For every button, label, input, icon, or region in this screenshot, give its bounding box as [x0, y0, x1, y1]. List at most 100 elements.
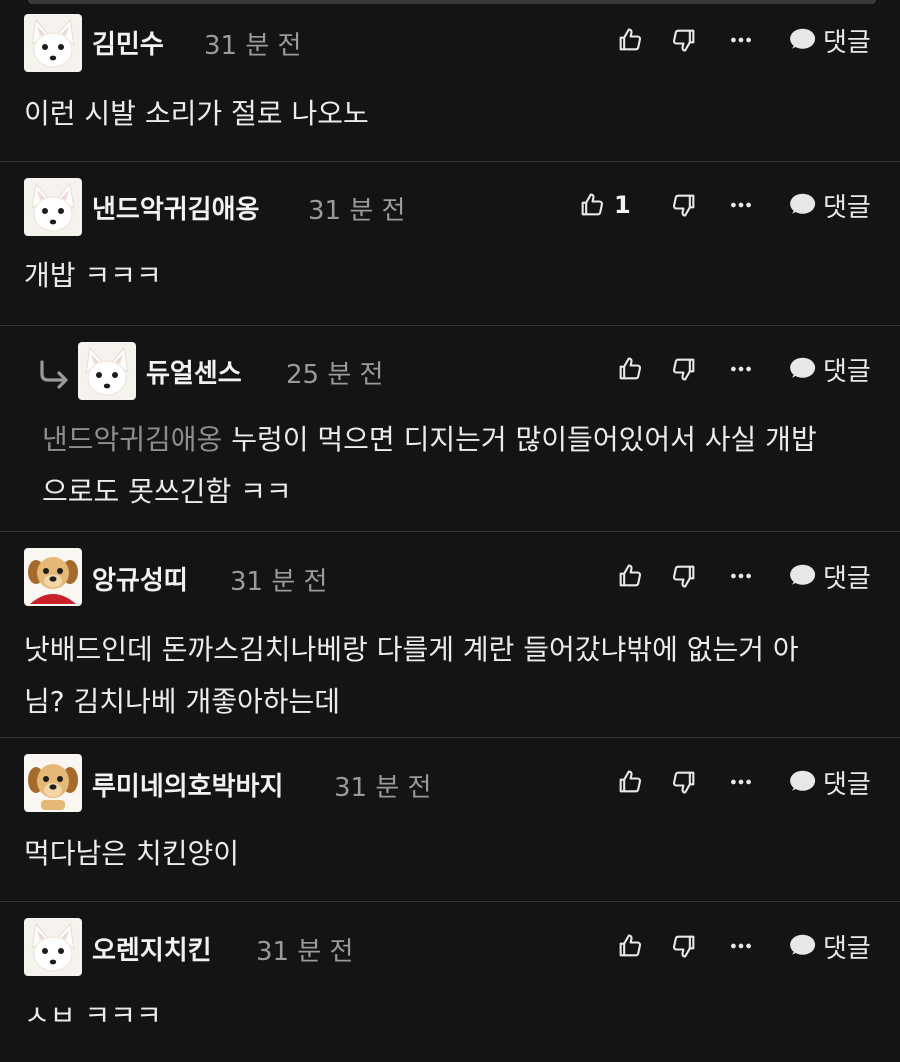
puppy-avatar[interactable]	[24, 754, 82, 812]
comment-text-line: 낫배드인데 돈까스김치나베랑 다를게 계란 들어갔냐밖에 없는거 아	[24, 633, 799, 666]
more-options-button[interactable]	[728, 185, 754, 225]
white-fox-avatar[interactable]	[24, 178, 82, 236]
comment-author[interactable]: 루미네의호박바지	[92, 766, 283, 803]
more-options-button[interactable]	[728, 20, 754, 60]
mention-username[interactable]: 낸드악귀김애옹	[42, 423, 222, 456]
dislike-button[interactable]	[670, 349, 698, 389]
reply-button[interactable]: 댓글	[787, 349, 871, 389]
reply-button[interactable]: 댓글	[787, 185, 871, 225]
thumbs-down-icon	[670, 932, 698, 960]
comment-text-line: 님? 김치나베 개좋아하는데	[24, 685, 341, 718]
dislike-button[interactable]	[670, 185, 698, 225]
comment-text: 이런 시발 소리가 절로 나오노	[24, 97, 369, 130]
comment-author[interactable]: 김민수	[92, 24, 164, 61]
speech-bubble-icon	[787, 190, 817, 220]
dislike-button[interactable]	[670, 20, 698, 60]
comment-header: 루미네의호박바지 31 분 전 댓글	[0, 738, 900, 818]
reply-button[interactable]: 댓글	[787, 762, 871, 802]
white-fox-avatar[interactable]	[24, 14, 82, 72]
thumbs-up-icon	[616, 562, 644, 590]
reply-label: 댓글	[823, 933, 871, 964]
comment-header: 듀얼센스 25 분 전 댓글	[0, 326, 900, 406]
comment-actions: 댓글	[580, 926, 900, 1006]
comment-text-line: 누렁이 먹으면 디지는거 많이들어있어서 사실 개밥	[231, 423, 817, 456]
more-options-button[interactable]	[728, 926, 754, 966]
comment-text-line: 으로도 못쓰긴함 ㅋㅋ	[42, 475, 292, 508]
more-options-button[interactable]	[728, 556, 754, 596]
reply-label: 댓글	[823, 769, 871, 800]
thumbs-down-icon	[670, 768, 698, 796]
reply-label: 댓글	[823, 192, 871, 223]
thumbs-up-icon	[616, 355, 644, 383]
more-dots-icon	[728, 563, 754, 589]
like-button[interactable]	[616, 20, 644, 60]
thumbs-up-icon	[616, 26, 644, 54]
comment-header: 김민수 31 분 전 댓글	[0, 0, 900, 80]
comment-author[interactable]: 낸드악귀김애옹	[92, 189, 259, 226]
dislike-button[interactable]	[670, 926, 698, 966]
more-dots-icon	[728, 192, 754, 218]
like-button[interactable]	[616, 926, 644, 966]
comment-time: 25 분 전	[286, 360, 384, 390]
reply-label: 댓글	[823, 27, 871, 58]
thumbs-down-icon	[670, 355, 698, 383]
comment-item: 루미네의호박바지 31 분 전 댓글 먹다남은 치킨양이	[0, 738, 900, 902]
reply-button[interactable]: 댓글	[787, 20, 871, 60]
more-dots-icon	[728, 356, 754, 382]
comment-line: 낸드악귀김애옹 누렁이 먹으면 디지는거 많이들어있어서 사실 개밥	[42, 414, 817, 466]
reply-comment-item: 듀얼센스 25 분 전 댓글 낸드악귀김애옹 누렁이 먹으면 디지는거 많이들어…	[0, 326, 900, 532]
like-button[interactable]: 1	[578, 185, 631, 225]
comment-header: 낸드악귀김애옹 31 분 전 1 댓글	[0, 162, 900, 242]
speech-bubble-icon	[787, 25, 817, 55]
white-fox-avatar[interactable]	[78, 342, 136, 400]
speech-bubble-icon	[787, 767, 817, 797]
more-dots-icon	[728, 769, 754, 795]
speech-bubble-icon	[787, 931, 817, 961]
comment-time: 31 분 전	[334, 773, 432, 803]
comment-text: 개밥 ㅋㅋㅋ	[24, 259, 162, 292]
like-button[interactable]	[616, 762, 644, 802]
reply-label: 댓글	[823, 356, 871, 387]
comment-header: 오렌지치킨 31 분 전 댓글	[0, 902, 900, 982]
comment-time: 31 분 전	[256, 937, 354, 967]
dislike-button[interactable]	[670, 762, 698, 802]
thumbs-down-icon	[670, 26, 698, 54]
comment-text: 낫배드인데 돈까스김치나베랑 다를게 계란 들어갔냐밖에 없는거 아 님? 김치…	[24, 624, 799, 728]
comment-actions: 1 댓글	[580, 185, 900, 265]
more-dots-icon	[728, 27, 754, 53]
white-fox-avatar[interactable]	[24, 918, 82, 976]
comment-item: 오렌지치킨 31 분 전 댓글 ㅅㅂ ㅋㅋㅋ	[0, 902, 900, 1062]
comment-item: 앙규성띠 31 분 전 댓글 낫배드인데 돈까스김치나베랑 다를게 계란 들어갔…	[0, 532, 900, 738]
more-dots-icon	[728, 933, 754, 959]
like-count: 1	[614, 191, 631, 219]
comment-actions: 댓글	[580, 762, 900, 842]
comment-text: ㅅㅂ ㅋㅋㅋ	[24, 999, 162, 1032]
speech-bubble-icon	[787, 354, 817, 384]
dislike-button[interactable]	[670, 556, 698, 596]
like-button[interactable]	[616, 556, 644, 596]
like-button[interactable]	[616, 349, 644, 389]
reply-label: 댓글	[823, 563, 871, 594]
puppy-red-cape-avatar[interactable]	[24, 548, 82, 606]
comment-author[interactable]: 앙규성띠	[92, 560, 188, 597]
comment-time: 31 분 전	[204, 31, 302, 61]
comment-item: 낸드악귀김애옹 31 분 전 1 댓글 개밥 ㅋㅋㅋ	[0, 162, 900, 326]
comment-text: 낸드악귀김애옹 누렁이 먹으면 디지는거 많이들어있어서 사실 개밥 으로도 못…	[42, 414, 817, 518]
more-options-button[interactable]	[728, 349, 754, 389]
speech-bubble-icon	[787, 561, 817, 591]
comment-time: 31 분 전	[308, 196, 406, 226]
comment-author[interactable]: 듀얼센스	[146, 353, 242, 390]
reply-button[interactable]: 댓글	[787, 556, 871, 596]
comment-author[interactable]: 오렌지치킨	[92, 930, 212, 967]
more-options-button[interactable]	[728, 762, 754, 802]
comment-time: 31 분 전	[230, 567, 328, 597]
thumbs-down-icon	[670, 191, 698, 219]
comment-actions: 댓글	[580, 20, 900, 100]
thumbs-down-icon	[670, 562, 698, 590]
comment-text: 먹다남은 치킨양이	[24, 837, 239, 870]
thumbs-up-icon	[578, 191, 606, 219]
comment-header: 앙규성띠 31 분 전 댓글	[0, 532, 900, 612]
reply-button[interactable]: 댓글	[787, 926, 871, 966]
thumbs-up-icon	[616, 768, 644, 796]
reply-arrow-icon	[40, 360, 68, 389]
